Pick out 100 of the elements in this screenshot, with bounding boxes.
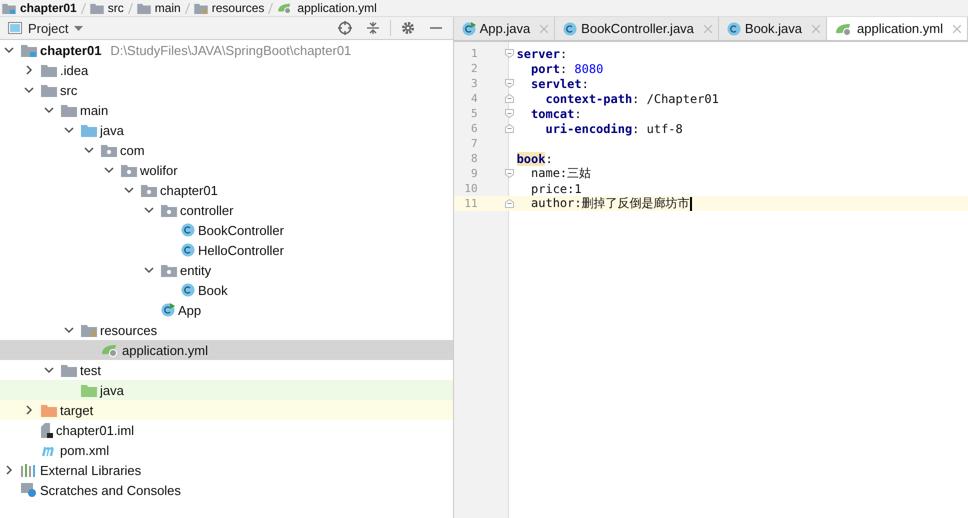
breadcrumb-item[interactable]: application.yml: [297, 1, 377, 15]
fold-end-icon[interactable]: [504, 124, 514, 133]
package-icon: [161, 264, 177, 276]
code-line: price:1: [530, 182, 582, 196]
tree-item[interactable]: chapter01 D:\StudyFiles\JAVA\SpringBoot\chapter01: [0, 40, 453, 60]
folder-icon: [136, 2, 151, 14]
line-number: 5: [470, 107, 478, 120]
tree-item[interactable]: java: [0, 380, 453, 400]
tree-item[interactable]: wolifor: [0, 160, 453, 180]
separator-icon: [184, 2, 190, 14]
code-line: author:删掉了反倒是廊坊市: [530, 196, 692, 212]
settings-icon[interactable]: [400, 21, 415, 35]
tree-item[interactable]: .idea: [0, 60, 453, 80]
chevron-down-icon[interactable]: [44, 105, 54, 115]
tree-item[interactable]: main: [0, 100, 453, 120]
code-line: name:三姑: [530, 165, 592, 182]
editor-tab[interactable]: BookController.java: [555, 17, 719, 40]
folder-icon: [21, 44, 37, 56]
chevron-right-icon[interactable]: [4, 465, 14, 475]
fold-start-icon[interactable]: [504, 79, 514, 88]
line-number: 10: [463, 182, 478, 195]
chevron-down-icon[interactable]: [64, 325, 74, 335]
tree-item[interactable]: test: [0, 360, 453, 380]
tree-item[interactable]: com: [0, 140, 453, 160]
code-line: uri-encoding: utf-8: [544, 122, 683, 136]
package-icon: [121, 164, 137, 176]
breadcrumb-item[interactable]: main: [154, 1, 181, 15]
caret-icon: [74, 26, 84, 30]
separator-icon: [268, 2, 274, 14]
chevron-right-icon[interactable]: [24, 65, 34, 75]
view-dropdown[interactable]: Project: [28, 20, 84, 36]
tree-item[interactable]: chapter01: [0, 180, 453, 200]
tree-item[interactable]: entity: [0, 260, 453, 280]
breadcrumb-item[interactable]: resources: [212, 1, 264, 15]
chevron-down-icon[interactable]: [24, 85, 34, 95]
line-number: 6: [470, 122, 478, 135]
folder-icon: [41, 64, 57, 76]
code-line: context-path: /Chapter01: [544, 92, 719, 106]
tree-item[interactable]: java: [0, 120, 453, 140]
module-path: D:\StudyFiles\JAVA\SpringBoot\chapter01: [110, 42, 352, 58]
line-number: 4: [470, 92, 478, 105]
breadcrumb-item[interactable]: src: [108, 1, 124, 15]
class-icon: [563, 22, 578, 36]
line-number: 3: [470, 77, 478, 90]
folder-icon: [2, 2, 16, 14]
folder-icon: [61, 364, 77, 376]
chevron-down-icon[interactable]: [44, 365, 54, 375]
chevron-down-icon[interactable]: [4, 45, 14, 55]
fold-start-icon[interactable]: [504, 169, 514, 178]
window-icon: [8, 22, 22, 34]
line-number: 9: [470, 167, 478, 180]
libraries-icon: [21, 464, 37, 476]
folder-icon: [194, 2, 208, 14]
chevron-down-icon[interactable]: [104, 165, 114, 175]
chevron-down-icon[interactable]: [64, 125, 74, 135]
tree-item[interactable]: controller: [0, 200, 453, 220]
tree-item[interactable]: BookController: [0, 220, 453, 240]
tree-item[interactable]: resources: [0, 320, 453, 340]
leaf-icon: [277, 2, 294, 14]
separator-icon: [80, 2, 86, 14]
breadcrumb-item[interactable]: chapter01: [20, 1, 77, 15]
editor-tab[interactable]: application.yml: [827, 17, 968, 40]
tree-item[interactable]: HelloController: [0, 240, 453, 260]
package-icon: [141, 184, 157, 196]
line-number: 7: [470, 137, 478, 150]
class-icon: [726, 22, 741, 36]
chevron-down-icon[interactable]: [144, 265, 154, 275]
tree-item[interactable]: src: [0, 80, 453, 100]
folder-icon: [81, 124, 97, 136]
fold-start-icon[interactable]: [504, 109, 514, 118]
line-number: 8: [470, 152, 478, 165]
tree-item[interactable]: Book: [0, 280, 453, 300]
line-number: 11: [463, 197, 478, 210]
folder-icon: [81, 384, 97, 396]
fold-end-icon[interactable]: [504, 199, 514, 208]
editor-tab[interactable]: App.java: [454, 17, 556, 40]
fold-end-icon[interactable]: [504, 94, 514, 103]
tree-item[interactable]: Scratches and Consoles: [0, 480, 453, 500]
tree-item[interactable]: External Libraries: [0, 460, 453, 480]
chevron-right-icon[interactable]: [24, 405, 34, 415]
leaf-icon: [835, 22, 853, 36]
collapse-icon[interactable]: [366, 21, 380, 35]
tree-item[interactable]: target: [0, 400, 453, 420]
class-icon: [181, 223, 195, 237]
separator-icon: [128, 2, 133, 14]
chevron-down-icon[interactable]: [124, 185, 134, 195]
locate-icon[interactable]: [338, 21, 352, 35]
tree-item[interactable]: App: [0, 300, 453, 320]
tree-item[interactable]: pom.xml: [0, 440, 453, 460]
tree-item[interactable]: application.yml: [0, 340, 453, 360]
class-icon: [181, 243, 195, 257]
tree-item[interactable]: chapter01.iml: [0, 420, 453, 440]
folder-icon: [41, 404, 57, 416]
package-icon: [101, 144, 117, 156]
chevron-down-icon[interactable]: [84, 145, 94, 155]
package-icon: [161, 204, 177, 216]
class-icon: [181, 283, 195, 297]
chevron-down-icon[interactable]: [144, 205, 154, 215]
folder-icon: [90, 2, 104, 14]
fold-start-icon[interactable]: [504, 49, 514, 58]
